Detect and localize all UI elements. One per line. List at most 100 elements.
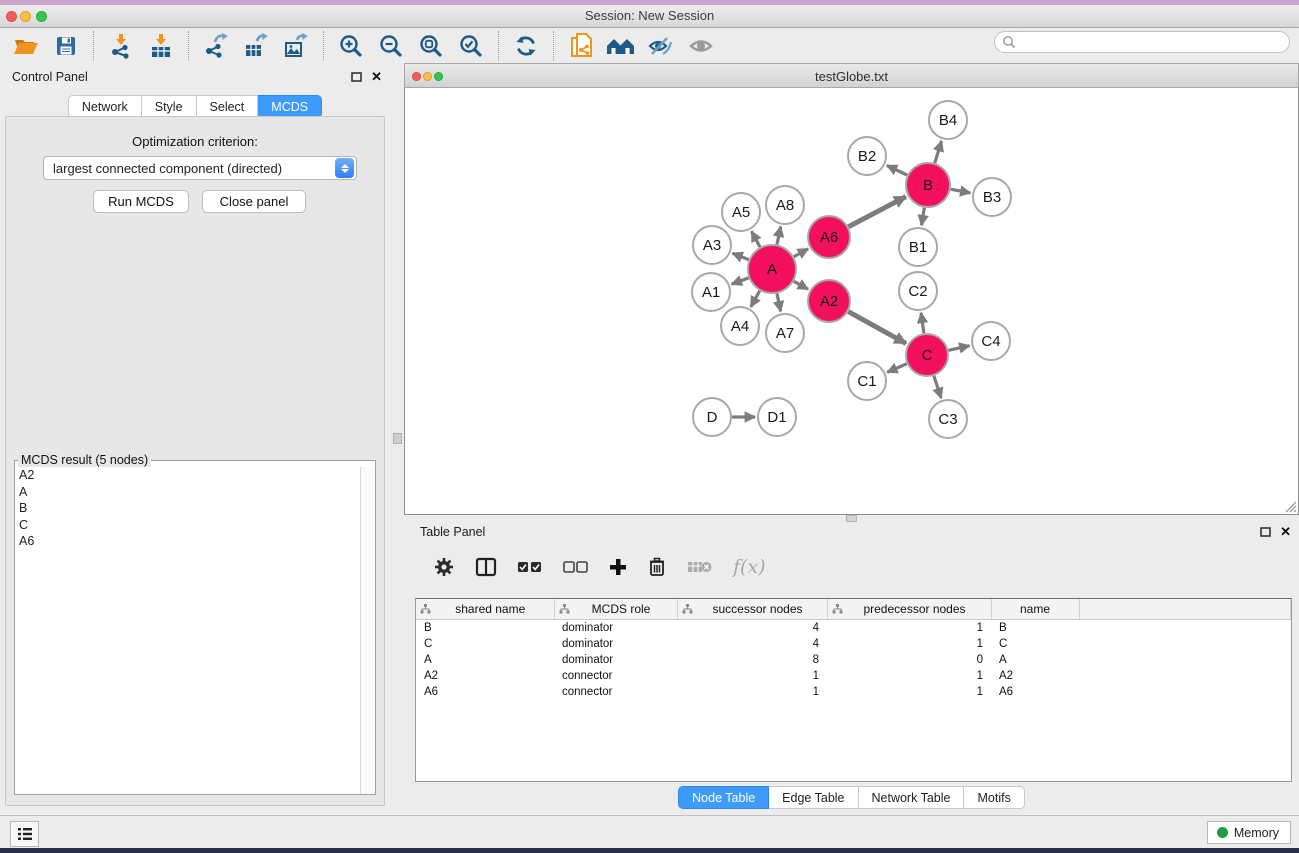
first-neighbors-button[interactable] (601, 30, 641, 62)
vertical-splitter[interactable] (390, 63, 404, 815)
apply-function-button[interactable]: f(x) (733, 556, 766, 578)
memory-button[interactable]: Memory (1207, 821, 1291, 844)
edge-B-B1[interactable] (922, 208, 925, 226)
tab-style[interactable]: Style (142, 95, 197, 118)
table-row[interactable]: Adominator80A (416, 652, 1291, 668)
table-cell[interactable]: A (416, 652, 554, 668)
node-D1[interactable]: D1 (758, 398, 796, 436)
zoom-out-button[interactable] (371, 30, 411, 62)
close-panel-icon[interactable]: ✕ (371, 70, 382, 83)
delete-column-button[interactable] (647, 556, 667, 578)
edge-A-A5[interactable] (752, 231, 761, 247)
table-cell[interactable]: A2 (991, 668, 1079, 684)
edge-A-A4[interactable] (751, 291, 760, 307)
import-table-button[interactable] (141, 30, 181, 62)
select-all-columns-button[interactable] (517, 561, 543, 573)
search-input[interactable] (1016, 34, 1289, 50)
table-cell[interactable]: 0 (827, 652, 991, 668)
table-cell[interactable]: B (416, 620, 554, 637)
column-header-shared-name[interactable]: shared name (416, 599, 554, 620)
node-A2[interactable]: A2 (808, 280, 850, 322)
node-B1[interactable]: B1 (899, 228, 937, 266)
table-row[interactable]: A6connector11A6 (416, 684, 1291, 700)
refresh-button[interactable] (506, 30, 546, 62)
delete-table-button[interactable] (687, 559, 713, 575)
node-A7[interactable]: A7 (766, 314, 804, 352)
tab-network[interactable]: Network (68, 95, 142, 118)
column-header-successor-nodes[interactable]: successor nodes (677, 599, 827, 620)
new-network-from-selection-button[interactable] (561, 30, 601, 62)
table-cell[interactable]: C (416, 636, 554, 652)
node-C2[interactable]: C2 (899, 272, 937, 310)
float-window-icon[interactable] (351, 72, 362, 82)
node-C1[interactable]: C1 (848, 362, 886, 400)
optimization-criterion-select[interactable]: largest connected component (directed) (43, 156, 357, 180)
table-row[interactable]: Cdominator41C (416, 636, 1291, 652)
table-cell[interactable]: dominator (554, 636, 677, 652)
export-table-button[interactable] (236, 30, 276, 62)
export-image-button[interactable] (276, 30, 316, 62)
save-session-button[interactable] (46, 30, 86, 62)
node-A8[interactable]: A8 (766, 186, 804, 224)
show-panels-button[interactable] (10, 821, 39, 847)
network-canvas[interactable]: B4B2BB3A5A8A6A3B1AA1C2A2A4A7C4CC1C3DD1 (404, 88, 1299, 515)
table-cell[interactable]: 1 (677, 668, 827, 684)
resize-grip-icon[interactable] (1283, 499, 1297, 513)
zoom-in-button[interactable] (331, 30, 371, 62)
show-all-button[interactable] (681, 30, 721, 62)
node-A1[interactable]: A1 (692, 273, 730, 311)
node-D[interactable]: D (693, 398, 731, 436)
zoom-fit-button[interactable] (411, 30, 451, 62)
network-window-titlebar[interactable]: testGlobe.txt (404, 63, 1299, 88)
column-header-name[interactable]: name (991, 599, 1079, 620)
table-settings-button[interactable] (433, 556, 455, 578)
edge-C-C2[interactable] (921, 313, 924, 333)
node-B4[interactable]: B4 (929, 101, 967, 139)
node-A6[interactable]: A6 (808, 216, 850, 258)
table-cell[interactable]: 1 (827, 668, 991, 684)
deselect-all-columns-button[interactable] (563, 561, 589, 573)
table-cell[interactable]: A (991, 652, 1079, 668)
table-cell[interactable]: connector (554, 684, 677, 700)
table-cell[interactable]: 1 (827, 620, 991, 637)
table-cell[interactable]: 1 (827, 684, 991, 700)
splitter-grip[interactable] (393, 433, 402, 444)
export-network-button[interactable] (196, 30, 236, 62)
float-window-icon[interactable] (1260, 527, 1271, 537)
node-A4[interactable]: A4 (721, 307, 759, 345)
node-A[interactable]: A (748, 245, 796, 293)
table-row[interactable]: A2connector11A2 (416, 668, 1291, 684)
mcds-result-item[interactable]: B (15, 500, 361, 517)
mcds-result-item[interactable]: A6 (15, 533, 361, 550)
edge-A-A2[interactable] (794, 281, 808, 289)
table-cell[interactable]: 8 (677, 652, 827, 668)
import-network-button[interactable] (101, 30, 141, 62)
node-B[interactable]: B (906, 163, 950, 207)
close-panel-icon[interactable]: ✕ (1280, 525, 1291, 538)
edge-A-A1[interactable] (732, 278, 749, 284)
close-panel-button[interactable]: Close panel (202, 190, 306, 213)
edge-A6-B[interactable] (848, 197, 905, 227)
table-row[interactable]: Bdominator41B (416, 620, 1291, 637)
table-cell[interactable]: 1 (827, 636, 991, 652)
tab-motifs[interactable]: Motifs (964, 786, 1024, 809)
table-cell[interactable]: connector (554, 668, 677, 684)
tab-network-table[interactable]: Network Table (859, 786, 965, 809)
hide-selected-button[interactable] (641, 30, 681, 62)
edge-A-A3[interactable] (732, 253, 748, 260)
table-cell[interactable]: A6 (416, 684, 554, 700)
edge-B-B3[interactable] (951, 189, 971, 193)
node-A3[interactable]: A3 (693, 226, 731, 264)
table-cell[interactable]: A2 (416, 668, 554, 684)
node-C3[interactable]: C3 (929, 400, 967, 438)
mcds-result-item[interactable]: A2 (15, 467, 361, 484)
create-column-button[interactable] (609, 558, 627, 576)
mcds-result-item[interactable]: C (15, 517, 361, 534)
tab-node-table[interactable]: Node Table (678, 786, 769, 809)
edge-A-A8[interactable] (777, 227, 781, 245)
run-mcds-button[interactable]: Run MCDS (93, 190, 189, 213)
network-graph[interactable]: B4B2BB3A5A8A6A3B1AA1C2A2A4A7C4CC1C3DD1 (405, 88, 1298, 513)
table-cell[interactable]: dominator (554, 652, 677, 668)
table-cell[interactable]: 1 (677, 684, 827, 700)
node-C4[interactable]: C4 (972, 322, 1010, 360)
